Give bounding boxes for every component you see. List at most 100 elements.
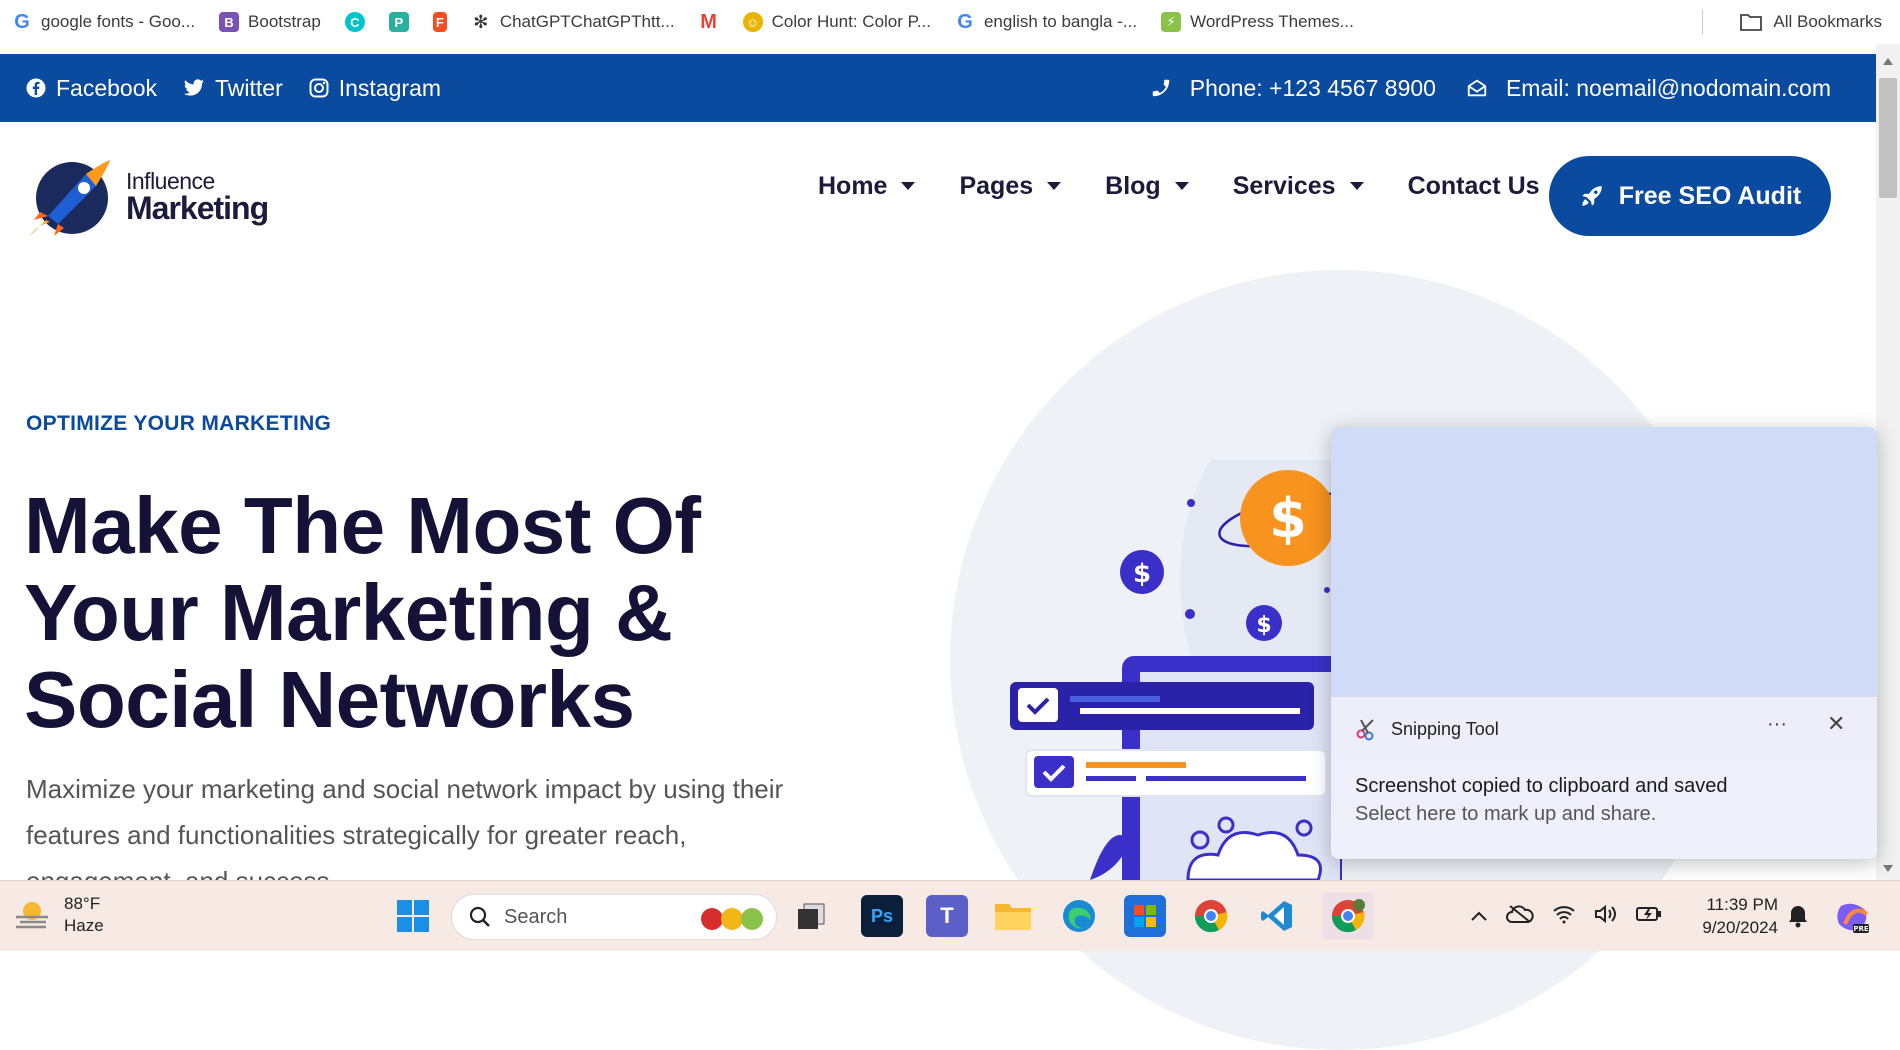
nav-item-home[interactable]: Home: [818, 166, 916, 206]
instagram-icon: [309, 78, 329, 98]
nav-item-blog[interactable]: Blog: [1105, 166, 1189, 206]
nav-item-services[interactable]: Services: [1233, 166, 1364, 206]
volume-icon[interactable]: [1594, 904, 1618, 929]
hero-eyebrow: OPTIMIZE YOUR MARKETING: [26, 412, 332, 435]
weather-widget[interactable]: 88°F Haze: [12, 893, 104, 937]
chatgpt-icon: ✻: [473, 11, 489, 32]
bookmark-label: Bootstrap: [248, 12, 321, 31]
gmail-icon: M: [700, 10, 717, 33]
instagram-link[interactable]: Instagram: [309, 75, 441, 102]
chrome-profile-icon[interactable]: [1322, 893, 1374, 939]
bookmark-gmail[interactable]: M: [687, 0, 731, 44]
clock-time: 11:39 PM: [1706, 895, 1778, 914]
search-icon: [469, 906, 490, 927]
phone-link[interactable]: Phone: +123 4567 8900: [1150, 75, 1436, 102]
facebook-icon: [26, 78, 46, 98]
vscode-icon[interactable]: [1256, 895, 1298, 937]
search-placeholder: Search: [504, 905, 568, 928]
toast-subtext: Select here to mark up and share.: [1355, 803, 1657, 825]
bookmark-label: ChatGPTChatGPThtt...: [499, 12, 675, 31]
chevron-down-icon: [1174, 182, 1189, 190]
photoshop-icon[interactable]: Ps: [861, 895, 903, 937]
email-text: Email: noemail@nodomain.com: [1505, 74, 1831, 101]
chrome-icon[interactable]: [1190, 895, 1232, 937]
bookmark-label: WordPress Themes...: [1190, 12, 1354, 31]
twitter-icon: [183, 79, 204, 96]
snipping-tool-notification[interactable]: Snipping Tool ··· ✕ Screenshot copied to…: [1331, 427, 1877, 859]
paragraph-line: Maximize your marketing and social netwo…: [26, 774, 784, 804]
bookmark-pdf[interactable]: P: [377, 0, 421, 44]
bookmark-colorhunt[interactable]: ☺ Color Hunt: Color P...: [731, 0, 943, 44]
hero-headline: Make The Most Of Your Marketing & Social…: [24, 482, 864, 743]
task-view-icon[interactable]: [790, 895, 832, 937]
instagram-label: Instagram: [338, 74, 442, 101]
free-seo-audit-button[interactable]: Free SEO Audit: [1549, 156, 1831, 236]
wordpress-icon: ⚡: [1161, 12, 1182, 32]
bookmark-bootstrap[interactable]: B Bootstrap: [207, 0, 333, 44]
pdf-icon: P: [388, 12, 409, 32]
store-icon[interactable]: [1124, 895, 1166, 937]
bookmark-google-fonts[interactable]: G google fonts - Goo...: [0, 0, 207, 44]
nav-item-pages[interactable]: Pages: [959, 166, 1062, 206]
file-explorer-icon[interactable]: [992, 895, 1034, 937]
taskbar-search[interactable]: Search: [451, 894, 777, 940]
folder-icon: [1740, 14, 1763, 31]
paragraph-line: features and functionalities strategical…: [26, 820, 687, 850]
headline-line: Social Networks: [24, 655, 635, 744]
facebook-label: Facebook: [56, 74, 158, 101]
bookmark-wordpress-themes[interactable]: ⚡ WordPress Themes...: [1149, 0, 1366, 44]
google-icon: G: [14, 10, 30, 33]
bookmark-label: english to bangla -...: [983, 12, 1138, 31]
nav-label: Services: [1232, 171, 1336, 200]
bookmarks-bar: G google fonts - Goo... B Bootstrap C P …: [0, 0, 1900, 44]
battery-icon[interactable]: [1636, 905, 1662, 928]
bookmark-canva[interactable]: C: [333, 0, 377, 44]
rocket-icon: [1582, 186, 1602, 206]
site-logo[interactable]: Influence Marketing: [26, 154, 269, 238]
onedrive-icon[interactable]: [1506, 904, 1534, 929]
snipping-tool-icon: [1356, 719, 1374, 741]
temperature-text: 88°F: [64, 894, 101, 913]
clock-date: 9/20/2024: [1702, 918, 1778, 937]
bookmark-figma[interactable]: F: [421, 0, 459, 44]
windows-taskbar: 88°F Haze Search Ps T 11:39 PM 9/20/2024…: [0, 880, 1900, 951]
bookmark-label: google fonts - Goo...: [41, 12, 196, 31]
rocket-logo-icon: [30, 160, 110, 236]
all-bookmarks-label: All Bookmarks: [1773, 12, 1882, 31]
more-options-icon[interactable]: ···: [1767, 713, 1787, 736]
haze-weather-icon: [16, 902, 48, 929]
edge-icon[interactable]: [1058, 895, 1100, 937]
scrollbar-thumb[interactable]: [1879, 78, 1897, 198]
svg-text:$: $: [1269, 487, 1307, 550]
notification-bell-icon[interactable]: [1780, 895, 1816, 937]
scroll-down-arrow-icon[interactable]: [1883, 865, 1893, 872]
logo-text-line2: Marketing: [126, 190, 269, 226]
cta-label: Free SEO Audit: [1618, 181, 1802, 210]
top-info-bar: Facebook Twitter Instagram Phone: +123 4…: [0, 54, 1876, 122]
envelope-open-icon: [1467, 79, 1487, 97]
copilot-icon[interactable]: PRE: [1830, 895, 1876, 937]
taskbar-clock[interactable]: 11:39 PM 9/20/2024: [1690, 893, 1778, 939]
page-scrollbar[interactable]: [1876, 44, 1900, 880]
nav-item-contact[interactable]: Contact Us: [1408, 166, 1540, 206]
bookmark-chatgpt[interactable]: ✻ ChatGPTChatGPThtt...: [459, 0, 687, 44]
twitter-label: Twitter: [215, 74, 283, 101]
close-icon[interactable]: ✕: [1827, 711, 1845, 737]
chevron-up-icon[interactable]: [1470, 906, 1488, 927]
wifi-icon[interactable]: [1552, 904, 1576, 929]
start-icon[interactable]: [392, 895, 434, 937]
figma-icon: F: [432, 12, 447, 32]
facebook-link[interactable]: Facebook: [26, 75, 157, 102]
chevron-down-icon: [1047, 182, 1062, 190]
all-bookmarks-button[interactable]: All Bookmarks: [1739, 0, 1882, 44]
screenshot-preview[interactable]: [1331, 427, 1877, 697]
teams-icon[interactable]: T: [926, 895, 968, 937]
twitter-link[interactable]: Twitter: [183, 75, 283, 102]
bookmark-english-bangla[interactable]: G english to bangla -...: [943, 0, 1149, 44]
scroll-up-arrow-icon[interactable]: [1883, 58, 1893, 65]
colorhunt-icon: ☺: [742, 12, 763, 32]
chevron-down-icon: [1349, 182, 1364, 190]
email-link[interactable]: Email: noemail@nodomain.com: [1466, 75, 1831, 102]
phone-text: Phone: +123 4567 8900: [1189, 74, 1436, 101]
toast-message: Screenshot copied to clipboard and saved: [1355, 775, 1728, 797]
